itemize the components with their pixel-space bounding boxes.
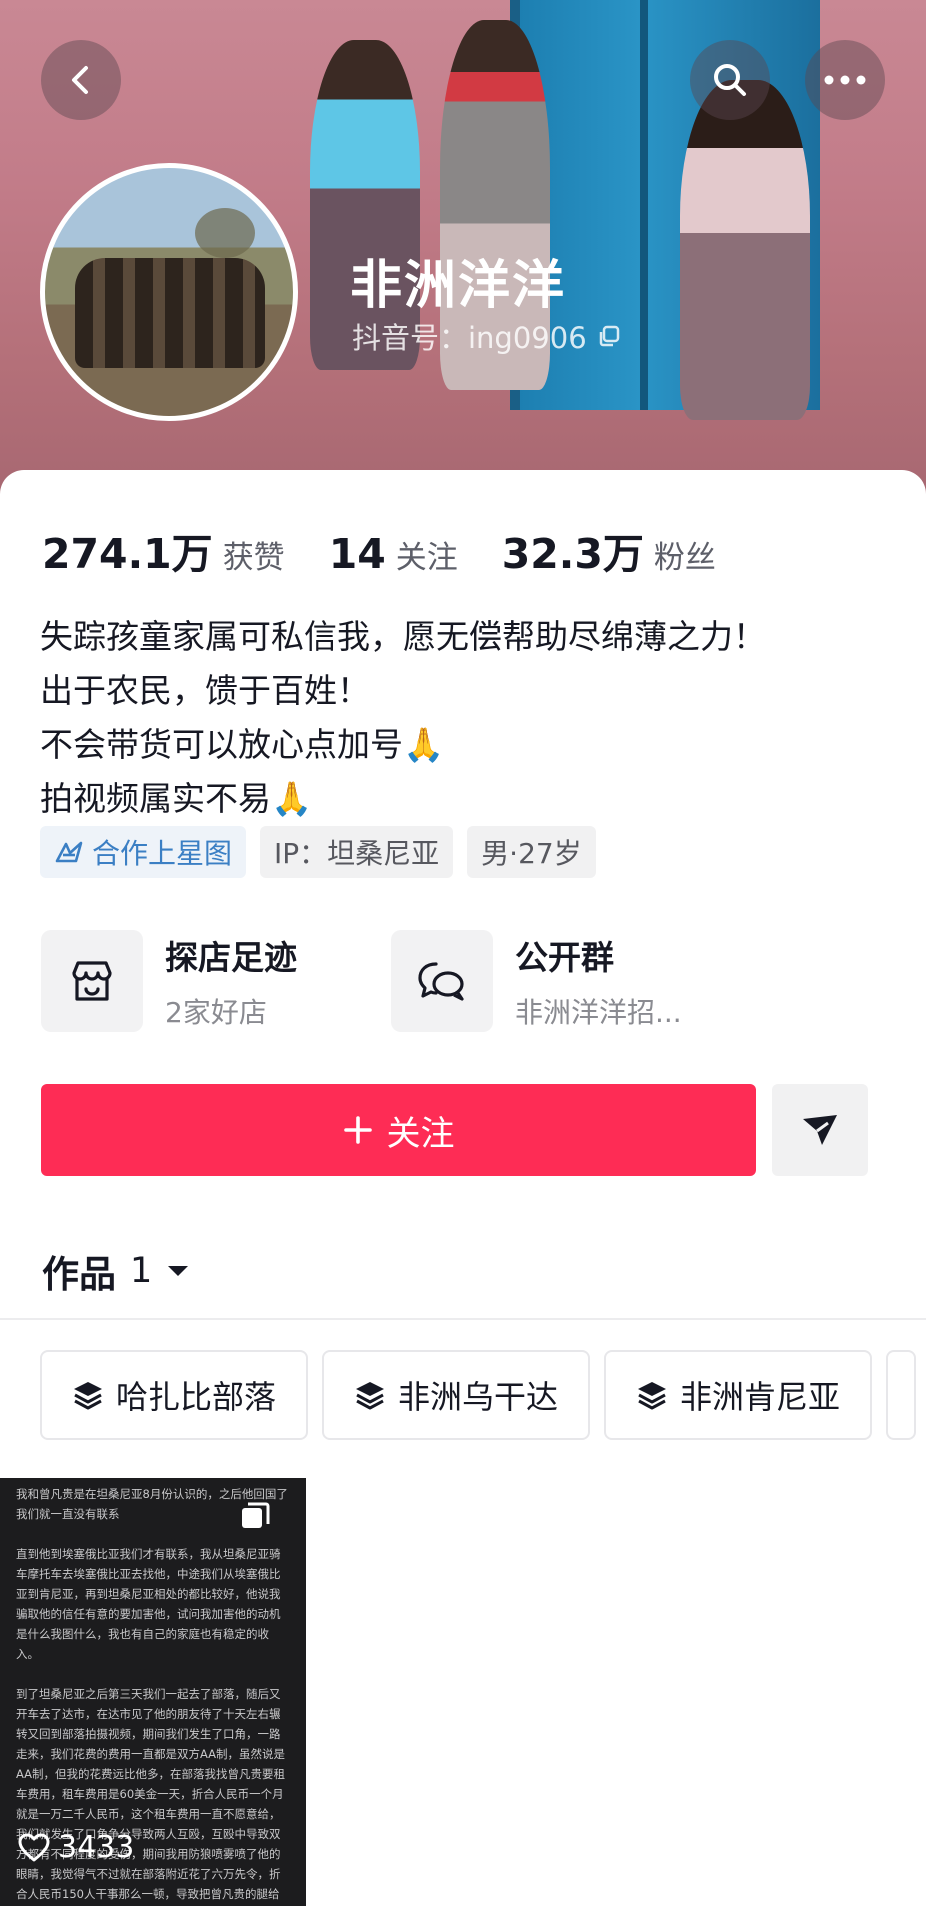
multi-image-icon: [242, 1502, 270, 1528]
works-count: 1: [130, 1251, 153, 1291]
layers-icon: [356, 1382, 385, 1410]
followers-label[interactable]: 粉丝: [654, 532, 716, 577]
bio-line: 不会带货可以放心点加号🙏: [40, 725, 445, 764]
collection-chip[interactable]: 哈扎比部落: [40, 1350, 309, 1440]
works-label: 作品: [42, 1253, 116, 1296]
collection-chips: 哈扎比部落 非洲乌干达 非洲肯尼亚: [40, 1350, 917, 1440]
likes-label: 获赞: [222, 540, 285, 576]
following-count[interactable]: 14: [329, 530, 386, 578]
avatar[interactable]: [40, 163, 298, 421]
collection-chip-label: 非洲肯尼亚: [680, 1378, 841, 1416]
layers-icon: [74, 1382, 102, 1410]
ip-location-tag: IP：坦桑尼亚: [260, 826, 454, 878]
bio-line: 失踪孩童家属可私信我，愿无偿帮助尽绵薄之力！: [40, 617, 766, 656]
chat-group-icon: [418, 962, 464, 1001]
video-likes-count: 3433: [58, 1830, 135, 1865]
gender-age-tag: 男·27岁: [467, 826, 596, 878]
public-group-subtitle: 非洲洋洋招...: [515, 996, 682, 1029]
more-icon: [824, 75, 866, 85]
search-button[interactable]: [690, 40, 770, 120]
plus-icon: [343, 1116, 372, 1144]
shop-footprint-subtitle: 2家好店: [165, 996, 267, 1029]
back-button[interactable]: [41, 40, 121, 120]
copy-icon[interactable]: [597, 324, 621, 348]
shop-icon: [72, 961, 112, 1001]
star-map-label: 合作上星图: [92, 837, 233, 870]
profile-tags: 合作上星图 IP：坦桑尼亚 男·27岁: [40, 826, 596, 878]
more-button[interactable]: [805, 40, 885, 120]
bio-line: 出于农民，馈于百姓！: [40, 671, 370, 710]
bio-line: 拍视频属实不易🙏: [40, 779, 313, 818]
star-map-icon: [55, 841, 83, 863]
public-group-title: 公开群: [515, 938, 614, 977]
collection-chip[interactable]: 非洲乌干达: [322, 1350, 591, 1440]
collection-chip[interactable]: 非洲肯尼亚: [604, 1350, 873, 1440]
stats-row: 274.1万 获赞 14 关注 32.3万 粉丝: [42, 520, 760, 580]
follow-label: 关注: [386, 1113, 455, 1154]
followers-count[interactable]: 32.3万: [502, 520, 644, 580]
divider: [0, 1318, 926, 1320]
likes-count: 274.1万: [42, 530, 213, 578]
search-icon: [714, 64, 746, 96]
back-arrow-icon: [72, 66, 88, 94]
public-group-card[interactable]: 公开群 非洲洋洋招...: [391, 930, 682, 1032]
collection-chip-label: 非洲乌干达: [398, 1378, 559, 1416]
shop-footprint-card[interactable]: 探店足迹 2家好店: [41, 930, 297, 1032]
douyin-id-text: 抖音号：ing0906: [352, 321, 587, 355]
heart-icon: [18, 1833, 50, 1861]
collection-chip-overflow[interactable]: [886, 1350, 917, 1440]
bio: 失踪孩童家属可私信我，愿无偿帮助尽绵薄之力！ 出于农民，馈于百姓！ 不会带货可以…: [40, 610, 766, 826]
thumbnail-text: 直到他到埃塞俄比亚我们才有联系，我从坦桑尼亚骑车摩托车去埃塞俄比亚去找他，中途我…: [16, 1547, 281, 1661]
works-tab[interactable]: 作品 1: [42, 1244, 190, 1298]
profile-name: 非洲洋洋: [350, 256, 567, 316]
caret-down-icon: [168, 1266, 189, 1276]
cover-figure: [680, 80, 810, 420]
layers-icon: [638, 1382, 667, 1410]
following-label[interactable]: 关注: [396, 532, 458, 577]
video-likes: 3433: [18, 1830, 134, 1865]
shop-footprint-title: 探店足迹: [165, 938, 297, 977]
thumbnail-text: 到了坦桑尼亚之后第三天我们一起去了部落，随后又开车去了达市，在达市见了他的朋友待…: [16, 1687, 286, 1901]
douyin-id[interactable]: 抖音号：ing0906: [352, 315, 621, 357]
follow-button[interactable]: 关注: [41, 1084, 756, 1176]
send-icon: [803, 1115, 837, 1145]
collection-chip-label: 哈扎比部落: [116, 1378, 277, 1416]
star-map-tag[interactable]: 合作上星图: [40, 826, 247, 878]
send-message-button[interactable]: [772, 1084, 868, 1176]
